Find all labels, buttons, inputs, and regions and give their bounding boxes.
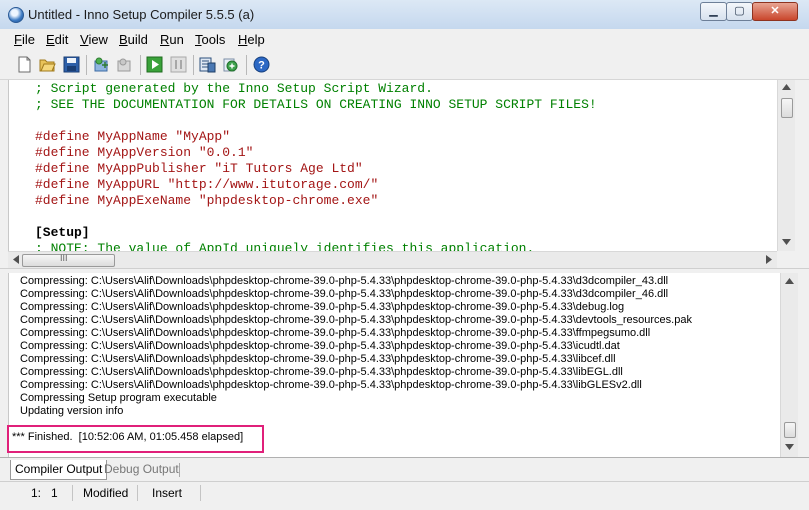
- menu-run-accel: R: [160, 32, 170, 47]
- editor-horizontal-scrollbar[interactable]: III: [8, 251, 777, 268]
- scroll-down-arrow-icon[interactable]: [785, 444, 794, 450]
- toolbar-separator: [193, 55, 194, 75]
- editor-vertical-scrollbar[interactable]: [777, 80, 795, 251]
- code-line: #define MyAppName "MyApp": [35, 129, 231, 144]
- new-file-icon[interactable]: [16, 56, 33, 73]
- status-bar: 1: 1 Modified Insert: [0, 481, 809, 510]
- editor-hscroll-thumb[interactable]: III: [22, 253, 115, 267]
- output-line: Compressing: C:\Users\Alif\Downloads\php…: [20, 288, 669, 300]
- menu-file-label: ile: [21, 32, 35, 47]
- output-line: Compressing: C:\Users\Alif\Downloads\php…: [20, 314, 692, 326]
- minimize-button[interactable]: ▁: [700, 2, 727, 21]
- title-bar: Untitled - Inno Setup Compiler 5.5.5 (a)…: [0, 0, 809, 29]
- compile-icon[interactable]: [93, 56, 110, 73]
- svg-text:?: ?: [258, 60, 265, 72]
- status-separator: [200, 485, 201, 501]
- scroll-down-arrow-icon[interactable]: [782, 239, 791, 245]
- output-line: Compressing: C:\Users\Alif\Downloads\php…: [20, 340, 620, 352]
- menu-view[interactable]: View: [80, 32, 108, 47]
- menu-view-label: iew: [88, 32, 108, 47]
- menu-tools-label: ools: [201, 32, 226, 47]
- menu-bar: File Edit View Build Run Tools Help: [0, 29, 809, 50]
- script-editor[interactable]: ; Script generated by the Inno Setup Scr…: [8, 80, 786, 251]
- menu-build-label: uild: [127, 32, 148, 47]
- close-button[interactable]: ✕: [752, 2, 798, 21]
- window-title: Untitled - Inno Setup Compiler 5.5.5 (a): [28, 7, 255, 22]
- toolbar-separator: [246, 55, 247, 75]
- stop-compile-icon[interactable]: [116, 56, 133, 73]
- menu-help[interactable]: Help: [238, 32, 265, 47]
- app-window: Untitled - Inno Setup Compiler 5.5.5 (a)…: [0, 0, 809, 510]
- scroll-left-arrow-icon[interactable]: [13, 255, 19, 264]
- output-line: Compressing: C:\Users\Alif\Downloads\php…: [20, 275, 669, 287]
- toolbar: ?: [0, 51, 809, 80]
- finished-highlight-box: [7, 425, 264, 453]
- help-icon[interactable]: ?: [253, 56, 270, 73]
- code-line: ; Script generated by the Inno Setup Scr…: [35, 81, 433, 96]
- output-line: Compressing: C:\Users\Alif\Downloads\php…: [20, 353, 616, 365]
- menu-file-accel: F: [14, 32, 22, 47]
- output-line: Updating version info: [20, 405, 124, 417]
- code-line: ; SEE THE DOCUMENTATION FOR DETAILS ON C…: [35, 97, 597, 112]
- menu-file[interactable]: File: [14, 32, 35, 47]
- code-line: #define MyAppExeName "phpdesktop-chrome.…: [35, 193, 379, 208]
- menu-run[interactable]: Run: [160, 32, 184, 47]
- run-icon[interactable]: [146, 56, 163, 73]
- maximize-button[interactable]: ▢: [726, 2, 753, 21]
- tab-divider: [179, 463, 180, 477]
- cursor-position: 1: 1: [31, 486, 58, 500]
- output-line: Compressing: C:\Users\Alif\Downloads\php…: [20, 366, 623, 378]
- output-line: Compressing: C:\Users\Alif\Downloads\php…: [20, 327, 651, 339]
- output-vertical-scrollbar[interactable]: [780, 273, 798, 457]
- insert-mode-indicator: Insert: [152, 486, 183, 500]
- code-line: ; NOTE: The value of AppId uniquely iden…: [35, 241, 535, 251]
- open-folder-icon[interactable]: [39, 56, 56, 73]
- code-line: #define MyAppURL "http://www.itutorage.c…: [35, 177, 379, 192]
- inno-setup-app-icon[interactable]: [8, 7, 24, 23]
- code-line: #define MyAppVersion "0.0.1": [35, 145, 254, 160]
- pause-icon[interactable]: [170, 56, 187, 73]
- menu-edit[interactable]: Edit: [46, 32, 68, 47]
- scroll-up-arrow-icon[interactable]: [785, 278, 794, 284]
- status-separator: [137, 485, 138, 501]
- tab-compiler-output[interactable]: Compiler Output: [10, 460, 108, 480]
- code-line: [Setup]: [35, 225, 90, 240]
- target-uninstall-icon[interactable]: [222, 56, 239, 73]
- menu-build-accel: B: [119, 32, 128, 47]
- modified-indicator: Modified: [83, 486, 129, 500]
- menu-tools[interactable]: Tools: [195, 32, 225, 47]
- menu-run-label: un: [169, 32, 184, 47]
- output-tabs: Compiler Output Debug Output: [0, 457, 809, 480]
- toolbar-separator: [140, 55, 141, 75]
- menu-build[interactable]: Build: [119, 32, 148, 47]
- scroll-right-arrow-icon[interactable]: [766, 255, 772, 264]
- menu-help-accel: H: [238, 32, 248, 47]
- save-icon[interactable]: [63, 56, 80, 73]
- tab-debug-output[interactable]: Debug Output: [100, 460, 183, 479]
- menu-help-label: elp: [247, 32, 265, 47]
- code-line: #define MyAppPublisher "iT Tutors Age Lt…: [35, 161, 363, 176]
- output-line: Compressing: C:\Users\Alif\Downloads\php…: [20, 379, 642, 391]
- status-separator: [72, 485, 73, 501]
- toolbar-separator: [86, 55, 87, 75]
- editor-vscroll-thumb[interactable]: [781, 98, 793, 118]
- output-line: Compressing Setup program executable: [20, 392, 217, 404]
- scroll-up-arrow-icon[interactable]: [782, 84, 791, 90]
- output-line: Compressing: C:\Users\Alif\Downloads\php…: [20, 301, 625, 313]
- menu-edit-accel: E: [46, 32, 55, 47]
- scroll-thumb-grip: III: [60, 253, 68, 263]
- output-vscroll-thumb[interactable]: [784, 422, 796, 438]
- menu-edit-label: dit: [54, 32, 69, 47]
- target-setup-icon[interactable]: [199, 56, 216, 73]
